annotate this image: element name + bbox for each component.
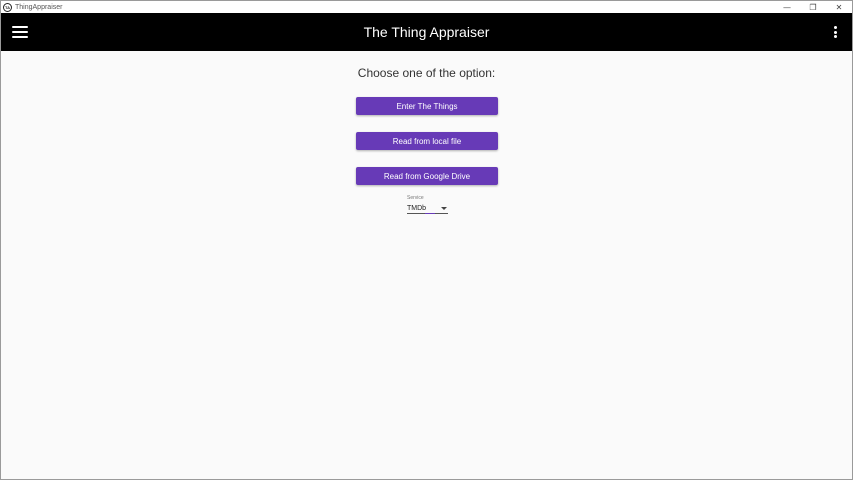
enter-things-button[interactable]: Enter The Things — [356, 97, 498, 115]
focus-indicator — [425, 213, 435, 214]
menu-line — [12, 31, 28, 33]
window-titlebar[interactable]: TA ThingAppraiser — ❐ ✕ — [1, 1, 852, 13]
window-title: ThingAppraiser — [15, 3, 63, 11]
close-button[interactable]: ✕ — [826, 1, 852, 13]
option-prompt: Choose one of the option: — [357, 66, 496, 80]
app-bar: The Thing Appraiser — [1, 13, 852, 51]
service-dropdown[interactable]: TMDb — [407, 203, 448, 214]
chevron-down-icon[interactable] — [441, 206, 447, 210]
dot — [833, 26, 837, 29]
maximize-button[interactable]: ❐ — [800, 1, 826, 13]
service-selected-value: TMDb — [407, 204, 427, 212]
app-logo-icon: TA — [3, 2, 12, 12]
service-label: Service — [407, 195, 424, 201]
hamburger-menu-icon[interactable] — [12, 26, 28, 38]
menu-line — [12, 36, 28, 38]
minimize-button[interactable]: — — [774, 1, 800, 13]
app-window: TA ThingAppraiser — ❐ ✕ The Thing Apprai… — [0, 0, 853, 480]
window-controls: — ❐ ✕ — [774, 1, 852, 13]
read-local-file-button[interactable]: Read from local file — [356, 132, 498, 150]
dot — [833, 30, 837, 34]
read-google-drive-button[interactable]: Read from Google Drive — [356, 167, 498, 185]
service-select[interactable]: Service TMDb — [407, 195, 448, 214]
more-vertical-icon[interactable] — [833, 26, 837, 38]
dot — [833, 35, 837, 38]
app-title: The Thing Appraiser — [363, 24, 490, 40]
menu-line — [12, 26, 28, 28]
